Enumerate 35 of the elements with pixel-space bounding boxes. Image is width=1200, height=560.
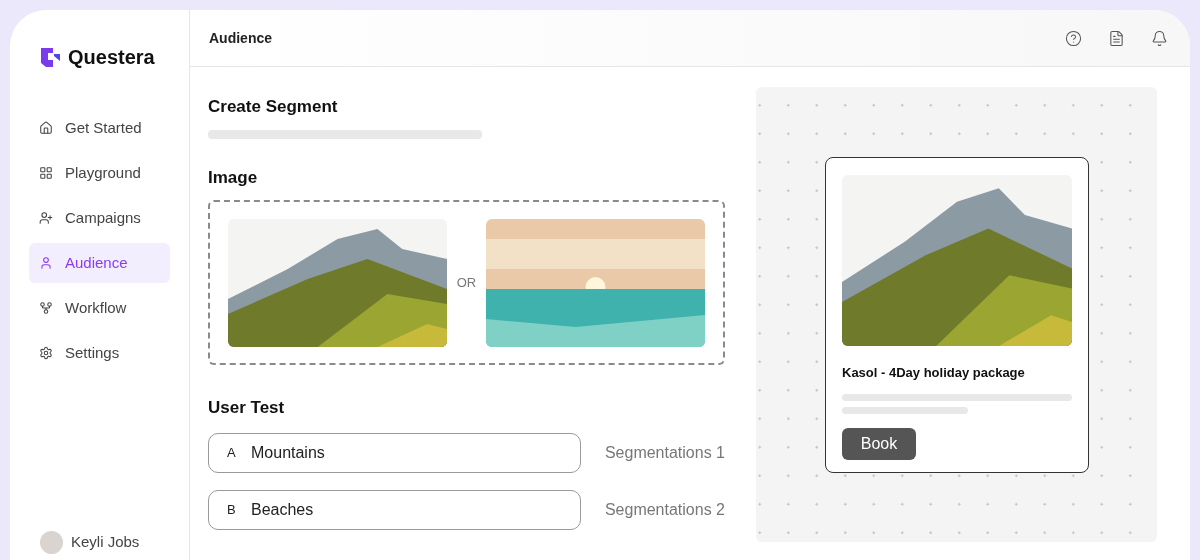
sidebar-item[interactable]: Get Started <box>29 108 170 148</box>
home-icon <box>39 121 53 135</box>
grid-icon <box>39 166 53 180</box>
variant-letter: B <box>227 500 237 519</box>
variant-field[interactable]: B Beaches <box>208 489 581 530</box>
user-plus-icon <box>39 211 53 225</box>
page-title: Audience <box>209 28 272 48</box>
fork-icon <box>39 301 53 315</box>
variant-letter: A <box>227 443 237 462</box>
card-title: Kasol - 4Day holiday package <box>842 364 1026 382</box>
image-drop-zone[interactable]: OR <box>208 200 725 365</box>
document-icon[interactable] <box>1108 29 1125 47</box>
section-title: Create Segment <box>208 96 339 118</box>
section-title: Image <box>208 166 259 189</box>
variant-value: Mountains <box>251 442 325 463</box>
variant-value: Beaches <box>251 499 314 520</box>
sidebar-item[interactable]: Settings <box>29 333 170 373</box>
book-button[interactable]: Book <box>842 427 916 460</box>
notification-icon[interactable] <box>1151 29 1168 47</box>
app-name: Questera <box>68 45 155 70</box>
sidebar-item[interactable]: Workflow <box>29 288 170 328</box>
user-icon <box>39 256 53 270</box>
segment-label: Segmentations 1 <box>604 442 725 463</box>
settings-icon <box>39 346 53 360</box>
section-title: User Test <box>208 397 286 419</box>
segment-label: Segmentations 2 <box>604 499 725 520</box>
avatar <box>40 531 63 554</box>
help-icon[interactable] <box>1065 29 1082 47</box>
logo-icon <box>41 47 60 67</box>
user-name: Keyli Jobs <box>71 532 140 553</box>
or-separator: OR <box>455 273 478 292</box>
sidebar-item[interactable]: Campaigns <box>29 198 170 238</box>
sidebar-item[interactable]: Audience <box>29 243 170 283</box>
sidebar-item[interactable]: Playground <box>29 153 170 193</box>
variant-field[interactable]: A Mountains <box>208 432 581 473</box>
